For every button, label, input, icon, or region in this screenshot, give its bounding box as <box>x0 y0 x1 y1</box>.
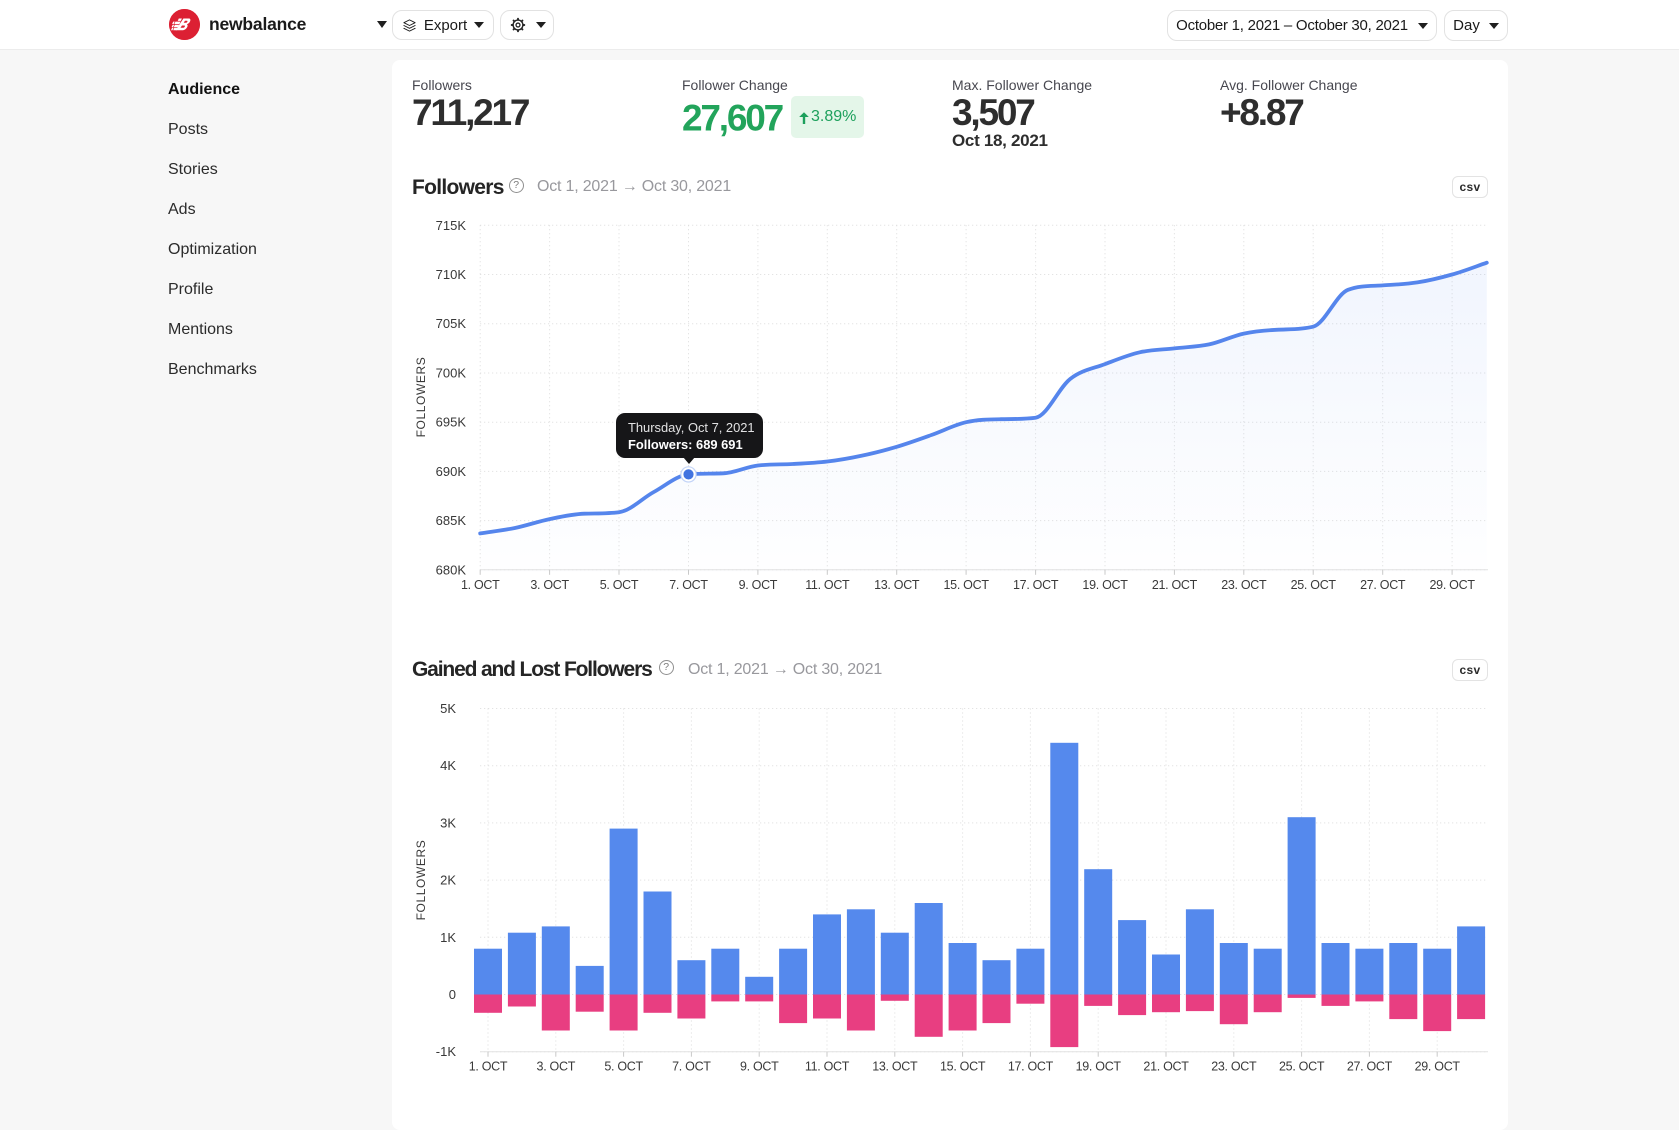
svg-text:7. OCT: 7. OCT <box>672 1060 711 1074</box>
svg-text:3K: 3K <box>440 815 456 830</box>
svg-text:27. OCT: 27. OCT <box>1347 1060 1393 1074</box>
svg-text:685K: 685K <box>436 513 467 528</box>
svg-text:11. OCT: 11. OCT <box>805 578 850 592</box>
svg-text:25. OCT: 25. OCT <box>1279 1060 1325 1074</box>
svg-text:17. OCT: 17. OCT <box>1013 578 1059 592</box>
svg-text:19. OCT: 19. OCT <box>1082 578 1128 592</box>
svg-text:4K: 4K <box>440 758 456 773</box>
svg-text:700K: 700K <box>436 366 467 381</box>
svg-text:23. OCT: 23. OCT <box>1211 1060 1257 1074</box>
svg-text:11. OCT: 11. OCT <box>805 1060 850 1074</box>
svg-text:27. OCT: 27. OCT <box>1360 578 1406 592</box>
svg-text:13. OCT: 13. OCT <box>874 578 920 592</box>
svg-text:9. OCT: 9. OCT <box>739 578 778 592</box>
svg-text:1. OCT: 1. OCT <box>469 1060 508 1074</box>
svg-text:21. OCT: 21. OCT <box>1152 578 1198 592</box>
svg-text:25. OCT: 25. OCT <box>1291 578 1337 592</box>
svg-text:FOLLOWERS: FOLLOWERS <box>414 840 428 921</box>
svg-text:-1K: -1K <box>436 1044 457 1059</box>
svg-text:29. OCT: 29. OCT <box>1430 578 1476 592</box>
svg-text:3. OCT: 3. OCT <box>530 578 569 592</box>
svg-text:680K: 680K <box>436 562 467 577</box>
svg-text:15. OCT: 15. OCT <box>940 1060 986 1074</box>
svg-text:13. OCT: 13. OCT <box>872 1060 918 1074</box>
svg-text:5K: 5K <box>440 701 456 716</box>
svg-text:7. OCT: 7. OCT <box>669 578 708 592</box>
svg-text:23. OCT: 23. OCT <box>1221 578 1267 592</box>
svg-text:29. OCT: 29. OCT <box>1415 1060 1461 1074</box>
svg-text:0: 0 <box>449 987 456 1002</box>
svg-text:695K: 695K <box>436 415 467 430</box>
svg-text:5. OCT: 5. OCT <box>600 578 639 592</box>
svg-text:1. OCT: 1. OCT <box>461 578 500 592</box>
svg-text:1K: 1K <box>440 930 456 945</box>
svg-text:705K: 705K <box>436 316 467 331</box>
svg-text:15. OCT: 15. OCT <box>944 578 990 592</box>
svg-text:690K: 690K <box>436 464 467 479</box>
svg-text:3. OCT: 3. OCT <box>537 1060 576 1074</box>
svg-text:FOLLOWERS: FOLLOWERS <box>414 357 428 438</box>
svg-text:19. OCT: 19. OCT <box>1076 1060 1122 1074</box>
svg-text:710K: 710K <box>436 267 467 282</box>
svg-text:715K: 715K <box>436 218 467 233</box>
svg-text:2K: 2K <box>440 873 456 888</box>
svg-text:21. OCT: 21. OCT <box>1143 1060 1189 1074</box>
svg-text:17. OCT: 17. OCT <box>1008 1060 1054 1074</box>
svg-text:5. OCT: 5. OCT <box>604 1060 643 1074</box>
svg-text:9. OCT: 9. OCT <box>740 1060 779 1074</box>
